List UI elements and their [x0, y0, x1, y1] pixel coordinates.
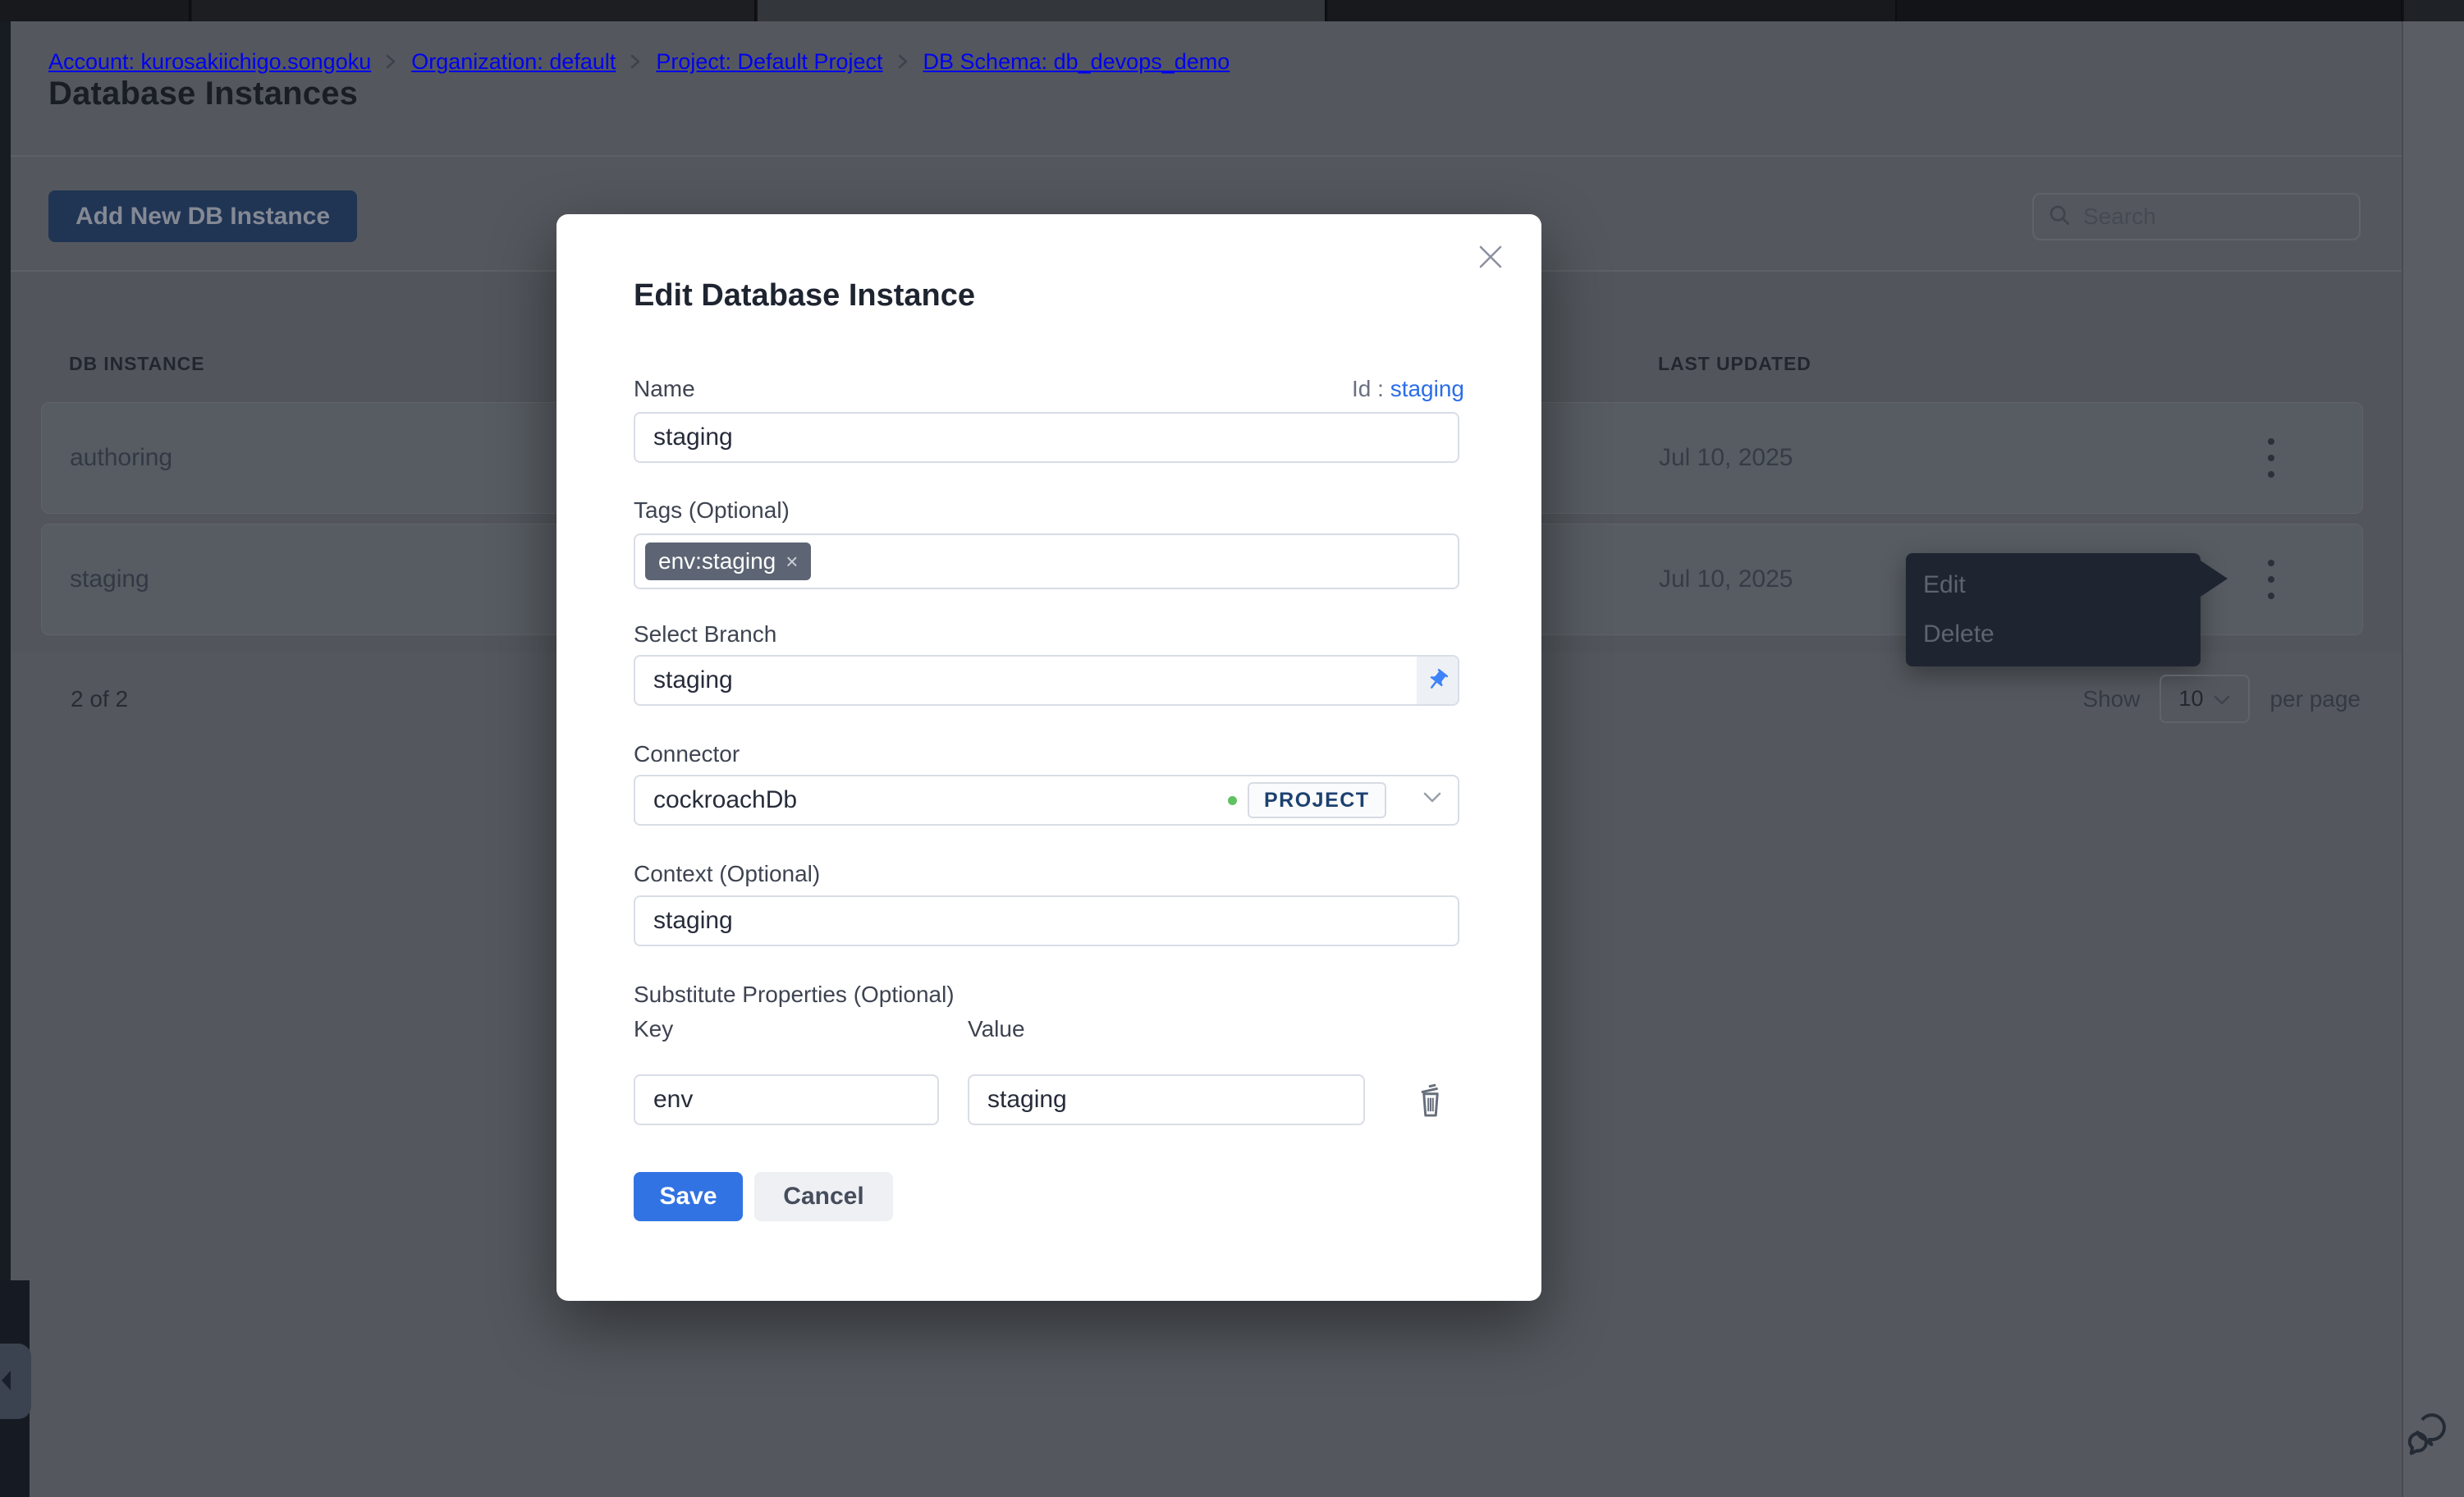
connector-label: Connector [634, 741, 740, 767]
browser-tab-strip [0, 0, 2464, 21]
tag-chip-text: env:staging [658, 548, 776, 575]
browser-tab[interactable] [192, 0, 756, 21]
breadcrumb-project-link[interactable]: Project: Default Project [656, 49, 882, 75]
column-header-db-instance: DB INSTANCE [69, 353, 204, 375]
substitute-properties-label: Substitute Properties (Optional) [634, 982, 955, 1008]
chevron-down-icon [1422, 790, 1443, 809]
db-instance-name: authoring [70, 403, 172, 513]
connector-select[interactable]: cockroachDb PROJECT [634, 775, 1459, 826]
property-key-input[interactable] [634, 1074, 939, 1125]
tags-input[interactable]: env:staging × [634, 533, 1459, 589]
browser-tab[interactable] [2404, 0, 2464, 21]
row-context-menu: Edit Delete [1906, 553, 2201, 666]
kebab-menu-icon[interactable] [2246, 403, 2296, 513]
breadcrumb-organization-link[interactable]: Organization: default [411, 49, 616, 75]
page-size-value: 10 [2178, 686, 2203, 712]
branch-select[interactable] [634, 655, 1459, 706]
per-page-label: per page [2269, 686, 2361, 712]
tags-label: Tags (Optional) [634, 497, 790, 524]
pagination-count: 2 of 2 [71, 686, 128, 712]
property-value-input[interactable] [968, 1074, 1365, 1125]
show-label: Show [2082, 686, 2140, 712]
value-label: Value [968, 1016, 1025, 1042]
search-box[interactable] [2032, 193, 2361, 240]
close-icon[interactable] [1471, 237, 1510, 277]
browser-tab[interactable] [1328, 0, 1897, 21]
chevron-right-icon [897, 52, 909, 71]
context-menu-item-delete[interactable]: Delete [1923, 610, 2183, 659]
name-input[interactable] [634, 412, 1459, 463]
left-edge-strip [0, 21, 11, 1497]
page-title: Database Instances [48, 76, 358, 112]
tag-chip: env:staging × [645, 542, 811, 580]
instance-id: Id : staging [1352, 376, 1464, 402]
connector-value: cockroachDb [653, 776, 797, 824]
edit-db-instance-modal: Edit Database Instance Name Id : staging… [556, 214, 1541, 1301]
connector-scope-badge: PROJECT [1248, 782, 1386, 818]
id-value-link[interactable]: staging [1390, 376, 1464, 401]
browser-tab-active[interactable] [758, 0, 1326, 21]
branch-label: Select Branch [634, 621, 776, 648]
right-edge-strip [2402, 21, 2464, 1497]
connector-status-dot [1228, 796, 1237, 805]
breadcrumb: Account: kurosakiichigo.songoku Organiza… [48, 49, 1230, 74]
chevron-left-icon [2, 1371, 11, 1390]
pagination-controls: Show 10 per page [2082, 675, 2361, 723]
tag-remove-icon[interactable]: × [785, 551, 798, 572]
chevron-right-icon [630, 52, 642, 71]
branch-input[interactable] [635, 657, 1415, 704]
save-button[interactable]: Save [634, 1172, 743, 1221]
context-input[interactable] [634, 895, 1459, 946]
search-input[interactable] [2083, 204, 2346, 230]
chevron-right-icon [385, 52, 397, 71]
cancel-button[interactable]: Cancel [754, 1172, 893, 1221]
browser-tab[interactable] [1898, 0, 2402, 21]
page-size-select[interactable]: 10 [2159, 675, 2250, 723]
context-menu-item-edit[interactable]: Edit [1923, 561, 2183, 610]
last-updated-value: Jul 10, 2025 [1659, 524, 1793, 634]
search-icon [2047, 203, 2072, 231]
modal-title: Edit Database Instance [634, 278, 975, 314]
id-separator: : [1371, 376, 1390, 401]
kebab-menu-icon[interactable] [2246, 524, 2296, 634]
name-label: Name [634, 376, 695, 402]
last-updated-value: Jul 10, 2025 [1659, 403, 1793, 513]
pin-icon[interactable] [1417, 657, 1458, 704]
id-label: Id [1352, 376, 1371, 401]
header-divider [11, 155, 2402, 157]
chat-bubbles-icon[interactable] [2404, 1403, 2452, 1463]
browser-tab[interactable] [0, 0, 190, 21]
column-header-last-updated: LAST UPDATED [1658, 353, 1811, 375]
add-db-instance-button[interactable]: Add New DB Instance [48, 190, 357, 242]
chevron-down-icon [2213, 686, 2231, 712]
context-menu-arrow [2198, 559, 2228, 598]
breadcrumb-schema-link[interactable]: DB Schema: db_devops_demo [923, 49, 1230, 75]
context-label: Context (Optional) [634, 861, 820, 887]
trash-icon[interactable] [1413, 1081, 1449, 1122]
db-instance-name: staging [70, 524, 149, 634]
key-label: Key [634, 1016, 673, 1042]
breadcrumb-account-link[interactable]: Account: kurosakiichigo.songoku [48, 49, 371, 75]
